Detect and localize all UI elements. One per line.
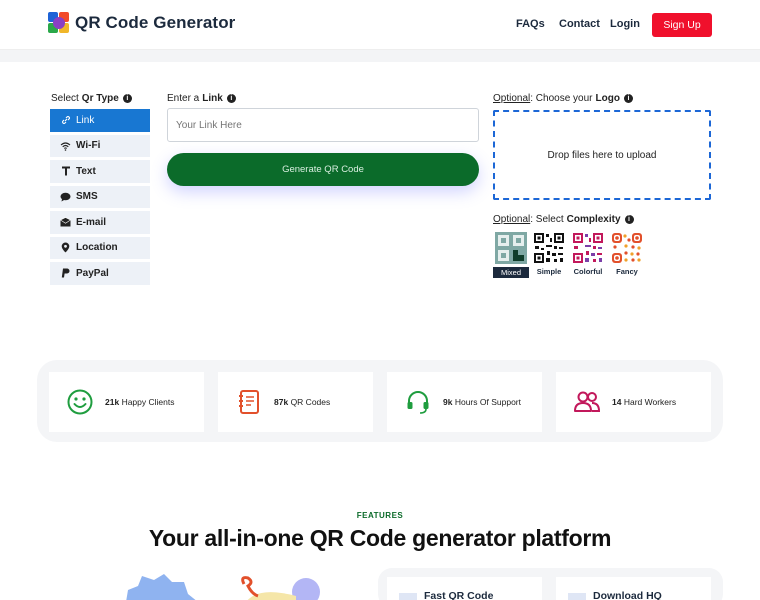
link-label: Enter a Link i xyxy=(167,93,236,104)
generate-qr-button[interactable]: Generate QR Code xyxy=(167,153,479,186)
qr-type-email[interactable]: E-mail xyxy=(50,211,150,234)
info-icon[interactable]: i xyxy=(122,94,132,103)
feature-icon xyxy=(399,593,417,600)
signup-button[interactable]: Sign Up xyxy=(652,13,712,37)
qr-simple-icon xyxy=(533,232,565,264)
complexity-simple[interactable]: Simple xyxy=(532,232,566,276)
features-illustration xyxy=(126,574,320,600)
stat-happy-clients: 21k Happy Clients xyxy=(49,372,204,432)
qr-type-list: Link Wi-Fi Text SMS E-mail Location PayP… xyxy=(50,109,150,288)
feature-card-download[interactable]: Download HQ xyxy=(556,577,711,600)
feature-icon xyxy=(568,593,586,600)
link-icon xyxy=(60,115,71,126)
paypal-icon xyxy=(60,268,71,279)
stat-hard-workers: 14 Hard Workers xyxy=(556,372,711,432)
info-icon[interactable]: i xyxy=(226,94,236,103)
complexity-mixed[interactable]: Mixed xyxy=(493,232,529,278)
qr-fancy-icon xyxy=(611,232,643,264)
wifi-icon xyxy=(60,140,71,151)
brand-logo[interactable]: QR Code Generator xyxy=(48,12,235,34)
stat-qr-codes: 87k QR Codes xyxy=(218,372,373,432)
link-input[interactable] xyxy=(167,108,479,142)
qr-colorful-icon xyxy=(572,232,604,264)
nav-contact[interactable]: Contact xyxy=(559,18,600,30)
qr-type-label: Select Qr Type i xyxy=(51,93,132,104)
info-icon[interactable]: i xyxy=(623,94,633,103)
text-icon xyxy=(60,166,71,177)
sms-icon xyxy=(60,191,71,202)
feature-card-fast[interactable]: Fast QR Code xyxy=(387,577,542,600)
users-icon xyxy=(572,387,602,417)
smiley-icon xyxy=(65,387,95,417)
page: QR Code Generator FAQs Contact Login Sig… xyxy=(0,0,760,600)
qr-type-wifi[interactable]: Wi-Fi xyxy=(50,134,150,157)
email-icon xyxy=(60,217,71,228)
qr-type-link[interactable]: Link xyxy=(50,109,150,132)
header: QR Code Generator FAQs Contact Login Sig… xyxy=(0,0,760,50)
nav-faqs[interactable]: FAQs xyxy=(516,18,545,30)
brand-name: QR Code Generator xyxy=(75,13,236,32)
logo-dropzone[interactable]: Drop files here to upload xyxy=(493,110,711,200)
location-icon xyxy=(60,242,71,253)
features-tag: FEATURES xyxy=(356,511,404,520)
complexity-fancy[interactable]: Fancy xyxy=(610,232,644,276)
features-title: Your all-in-one QR Code generator platfo… xyxy=(148,525,612,551)
logo-label: Optional: Choose your Logo i xyxy=(493,93,633,104)
stat-hours-support: 9k Hours Of Support xyxy=(387,372,542,432)
qr-type-location[interactable]: Location xyxy=(50,236,150,259)
complexity-colorful[interactable]: Colorful xyxy=(571,232,605,276)
qr-type-sms[interactable]: SMS xyxy=(50,185,150,208)
qr-logo-icon xyxy=(48,12,70,34)
info-icon[interactable]: i xyxy=(624,215,634,224)
header-band xyxy=(0,50,760,62)
nav-login[interactable]: Login xyxy=(610,18,640,30)
qr-type-text[interactable]: Text xyxy=(50,160,150,183)
complexity-label: Optional: Select Complexity i xyxy=(493,214,634,225)
qr-mixed-icon xyxy=(495,232,527,264)
notebook-icon xyxy=(234,387,264,417)
headset-icon xyxy=(403,387,433,417)
qr-type-paypal[interactable]: PayPal xyxy=(50,262,150,285)
